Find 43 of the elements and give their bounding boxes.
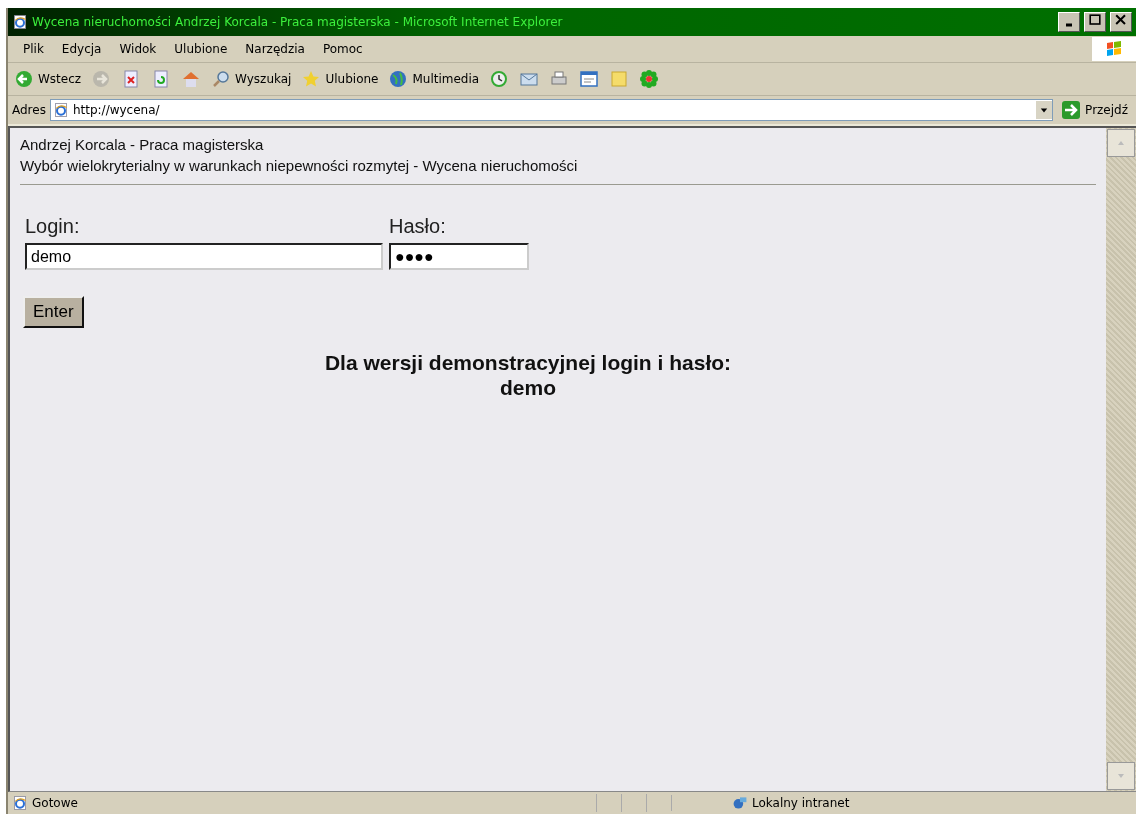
scrollbar[interactable] xyxy=(1106,128,1136,791)
maximize-icon xyxy=(1087,12,1103,28)
field-label: Login: xyxy=(25,215,81,238)
maximize-button[interactable] xyxy=(1084,12,1106,32)
menu-item[interactable]: Narzędzia xyxy=(236,42,314,56)
back-arrow-button[interactable]: Wstecz xyxy=(12,69,84,89)
password-field[interactable]: ●●●● xyxy=(389,243,529,270)
field-label: Hasło: xyxy=(389,215,447,238)
menu-item[interactable]: Widok xyxy=(110,42,166,56)
menu-item[interactable]: Edycja xyxy=(52,42,111,56)
windows-flag-logo xyxy=(1092,37,1136,61)
page-icon xyxy=(52,102,69,118)
page-heading: Andrzej Korcala - Praca magisterska xyxy=(20,135,265,155)
zone-text: Lokalny intranet xyxy=(752,796,850,810)
scroll-up-button[interactable] xyxy=(1107,129,1135,157)
search-button[interactable]: Wyszukaj xyxy=(209,69,294,89)
minimize-icon xyxy=(1065,23,1073,27)
enter-button[interactable]: Enter xyxy=(23,296,84,328)
star-button[interactable]: Ulubione xyxy=(299,69,381,89)
page-icon xyxy=(12,795,28,811)
notice-text: Dla wersji demonstracyjnej login i hasło: xyxy=(324,350,732,375)
scroll-down-button[interactable] xyxy=(1107,762,1135,790)
globe-icon xyxy=(388,69,409,89)
page-heading: Wybór wielokryterialny w warunkach niepewności rozmytej - Wycena nieruchomości xyxy=(20,156,579,176)
up-triangle-icon xyxy=(1118,141,1124,145)
menu-item[interactable]: Plik xyxy=(14,42,53,56)
browser-icon xyxy=(12,14,28,30)
search-icon xyxy=(211,69,232,89)
globe-button[interactable]: Multimedia xyxy=(386,69,482,89)
url-input[interactable]: http://wycena/ xyxy=(72,103,1033,117)
address-field[interactable]: http://wycena/ xyxy=(49,99,1054,121)
status-text: Gotowe xyxy=(32,796,78,810)
close-button[interactable] xyxy=(1110,12,1132,32)
go-button[interactable]: Przejdź xyxy=(1057,100,1132,120)
minimize-button[interactable] xyxy=(1058,12,1080,32)
address-label: Adres xyxy=(12,103,46,117)
network-icon xyxy=(732,795,748,811)
window-title: Wycena nieruchomości Andrzej Korcala - Praca magisterska - Microsoft Internet Explorer xyxy=(32,15,564,29)
menu-item[interactable]: Pomoc xyxy=(313,42,372,56)
down-triangle-icon xyxy=(1118,774,1124,778)
notice-text: demo xyxy=(500,375,556,400)
login-field[interactable]: demo xyxy=(25,243,383,270)
menu-item[interactable]: Ulubione xyxy=(165,42,237,56)
